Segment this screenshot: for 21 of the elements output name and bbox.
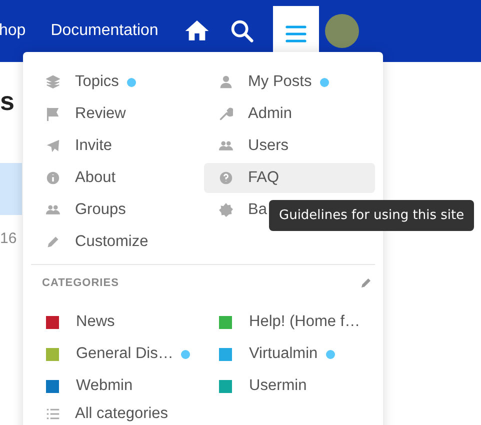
category-name: General Dis… [76, 345, 174, 363]
category-name: Help! (Home f… [249, 313, 360, 331]
category-name: Virtualmin [249, 345, 318, 363]
menu-item-label: FAQ [248, 169, 280, 187]
menu-item-label: Customize [75, 233, 148, 251]
menu-item-label: My Posts [248, 73, 312, 91]
menu-item-label: Groups [75, 201, 126, 219]
menu-item-label: Users [248, 137, 288, 155]
menu-item-label: Review [75, 105, 126, 123]
page-heading: s [0, 86, 14, 117]
category-name: Webmin [76, 377, 133, 395]
category-name: News [76, 313, 115, 331]
menu-item-label: Ba [248, 201, 267, 219]
menu-item-label: About [75, 169, 116, 187]
tooltip: Guidelines for using this site [269, 200, 474, 231]
topic-count: 16 [0, 230, 17, 247]
menu-item-label: Topics [75, 73, 119, 91]
menu-item-label: Invite [75, 137, 112, 155]
menu-item-label: Admin [248, 105, 292, 123]
category-name: Usermin [249, 377, 307, 395]
section-heading: CATEGORIES [42, 277, 119, 289]
